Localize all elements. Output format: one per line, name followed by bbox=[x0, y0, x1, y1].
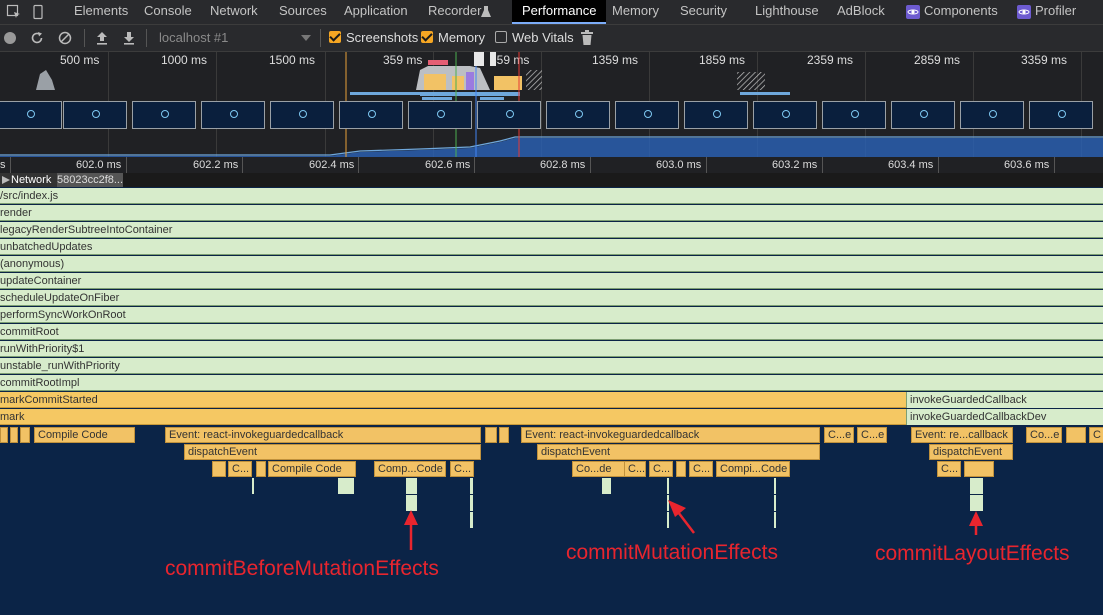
annotation-commit-before-mutation: commitBeforeMutationEffects bbox=[165, 557, 439, 580]
annotation-commit-layout: commitLayoutEffects bbox=[875, 542, 1070, 565]
arrow-icon bbox=[404, 510, 418, 550]
annotation-commit-mutation: commitMutationEffects bbox=[566, 541, 779, 564]
arrow-icon bbox=[969, 511, 983, 535]
annotation-arrows bbox=[404, 500, 983, 550]
arrow-icon bbox=[668, 500, 695, 534]
